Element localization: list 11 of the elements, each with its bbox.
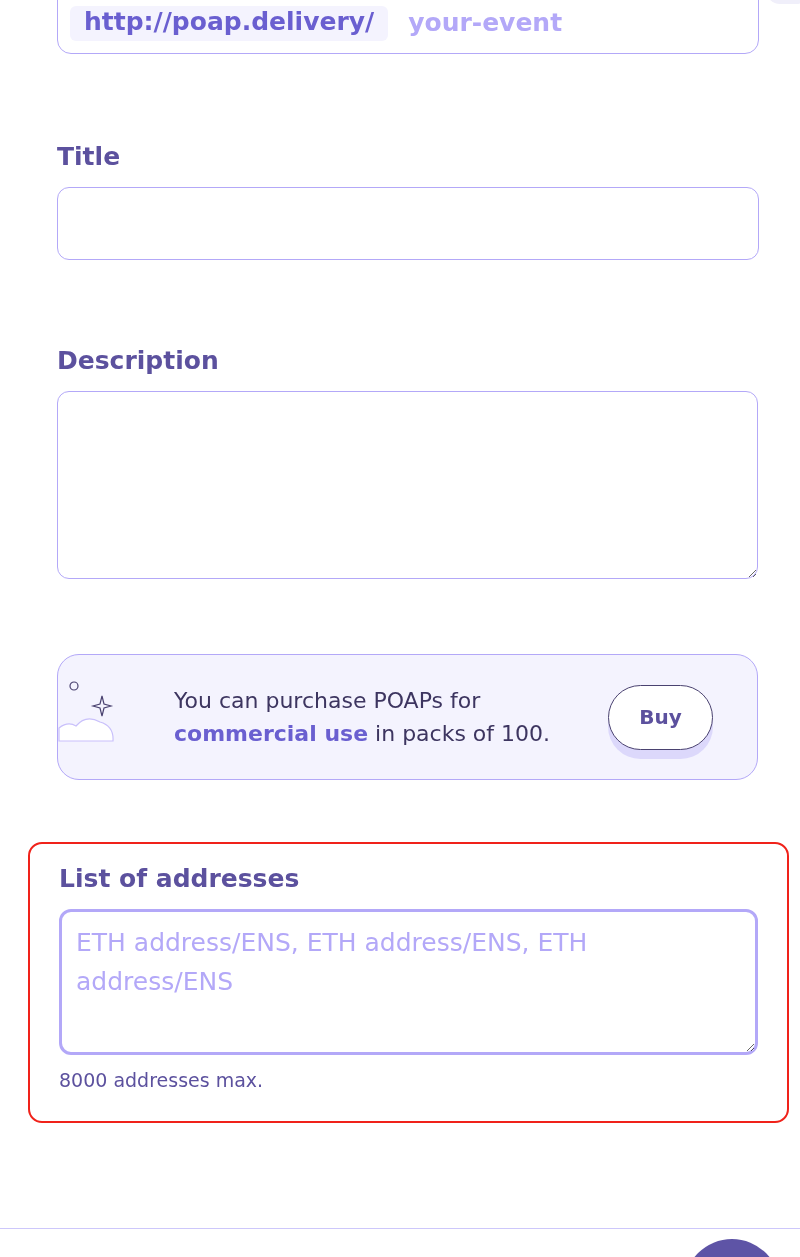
- field-label: List of addresses: [59, 864, 301, 893]
- url-prefix: http://poap.delivery/: [70, 5, 389, 41]
- url-field[interactable]: http://poap.delivery/ your-event: [57, 0, 759, 54]
- description-input[interactable]: [57, 391, 758, 579]
- field-label: Title: [57, 142, 122, 171]
- promo-text: You can purchase POAPs for commercial use in packs of 100.: [174, 687, 552, 748]
- title-input[interactable]: [57, 187, 759, 260]
- field-label: Description: [57, 346, 220, 375]
- url-placeholder: your-event: [408, 8, 563, 39]
- hint-text: 8000 addresses max.: [59, 1069, 265, 1091]
- addresses-input[interactable]: ETH address/ENS, ETH address/ENS, ETH address/ENS: [59, 909, 758, 1055]
